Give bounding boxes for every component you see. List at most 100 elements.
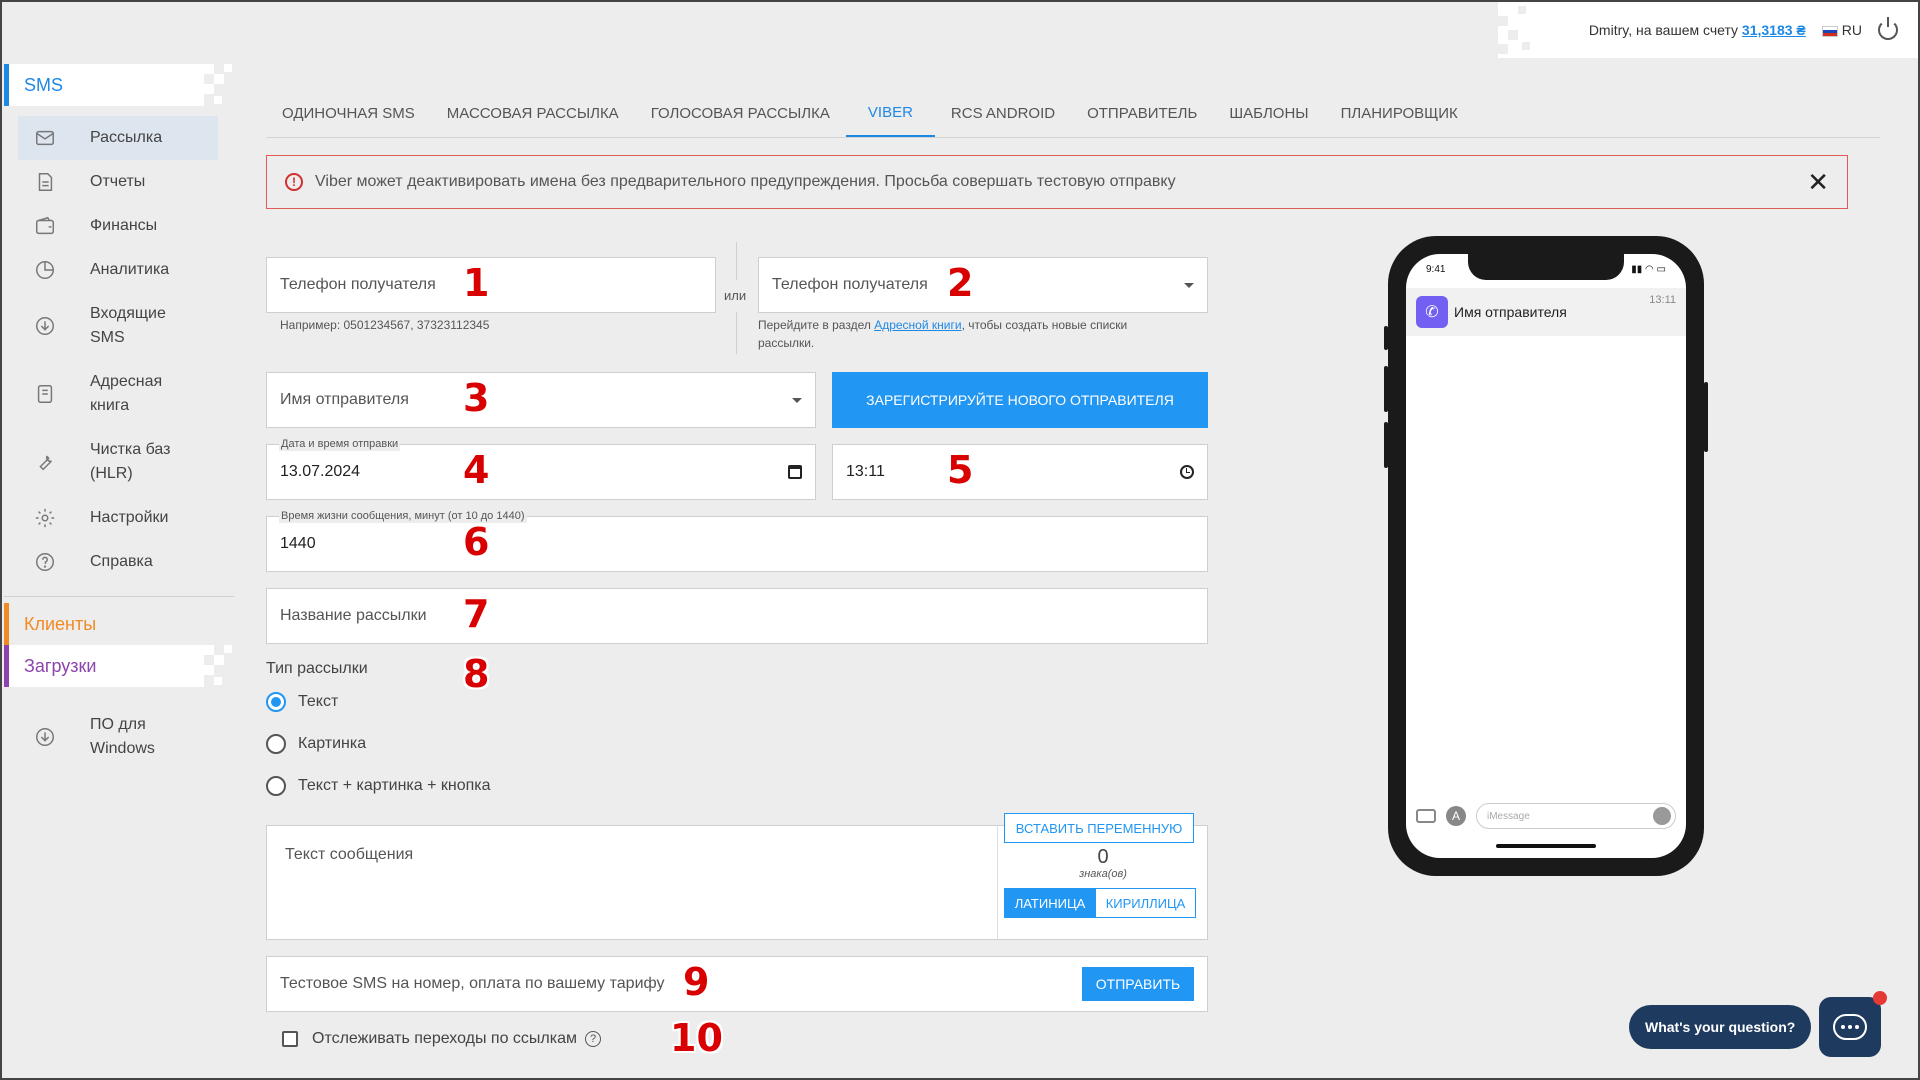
track-links-option[interactable]: Отслеживать переходы по ссылкам ? xyxy=(282,1030,602,1048)
tab-single-sms[interactable]: ОДИНОЧНАЯ SMS xyxy=(266,90,431,137)
campaign-placeholder: Название рассылки xyxy=(280,607,427,624)
pixel-decoration xyxy=(1498,2,1542,58)
sidebar-item-windows-software[interactable]: ПО для Windows xyxy=(4,703,184,771)
track-links-checkbox[interactable] xyxy=(282,1031,298,1047)
sender-placeholder: Имя отправителя xyxy=(280,391,409,408)
char-count: 0 xyxy=(1097,846,1109,868)
marker-5: 5 xyxy=(947,448,974,492)
radio-button-checked[interactable] xyxy=(266,692,286,712)
sidebar-item-finance[interactable]: Финансы xyxy=(4,204,234,248)
wrench-icon xyxy=(34,451,56,473)
phone-side-button xyxy=(1384,422,1388,468)
alert-exclamation-icon: ! xyxy=(285,173,303,191)
chevron-down-icon xyxy=(1184,282,1194,288)
alert-text: Viber может деактивировать имена без пре… xyxy=(315,173,1176,190)
user-label: Dmitry, на вашем счету xyxy=(1588,22,1739,38)
pie-chart-icon xyxy=(34,259,56,281)
balance-link[interactable]: 31,3183 ₴ xyxy=(1742,22,1806,38)
type-option-text[interactable]: Текст xyxy=(266,692,338,712)
sidebar-item-address-book[interactable]: Адресная книга xyxy=(4,360,184,428)
insert-variable-button[interactable]: ВСТАВИТЬ ПЕРЕМЕННУЮ xyxy=(1004,813,1194,843)
address-book-icon xyxy=(34,383,56,405)
message-text-area[interactable]: Текст сообщения ВСТАВИТЬ ПЕРЕМЕННУЮ 0 зн… xyxy=(266,813,1208,940)
sidebar-item-analytics[interactable]: Аналитика xyxy=(4,248,234,292)
sidebar-item-hlr[interactable]: Чистка баз (HLR) xyxy=(4,428,204,496)
tab-scheduler[interactable]: ПЛАНИРОВЩИК xyxy=(1325,90,1474,137)
phone-list-select[interactable]: Телефон получателя xyxy=(758,257,1208,313)
phone-status-bar: 9:41 ▮▮ ◠ ▭ xyxy=(1426,264,1666,275)
type-option-text-image-button[interactable]: Текст + картинка + кнопка xyxy=(266,776,491,796)
phone-side-button xyxy=(1704,382,1708,452)
tab-templates[interactable]: ШАБЛОНЫ xyxy=(1213,90,1324,137)
tab-voice-mailing[interactable]: ГОЛОСОВАЯ РАССЫЛКА xyxy=(635,90,846,137)
preview-time: 13:11 xyxy=(1649,294,1676,306)
sidebar-item-label: Финансы xyxy=(90,217,158,234)
sidebar-item-mailing[interactable]: Рассылка xyxy=(18,116,218,160)
marker-2: 2 xyxy=(947,261,974,305)
date-label: Дата и время отправки xyxy=(279,437,401,451)
envelope-icon xyxy=(34,127,56,149)
sender-name-select[interactable]: Имя отправителя xyxy=(266,372,816,428)
support-chat-button[interactable] xyxy=(1819,991,1887,1057)
tab-sender[interactable]: ОТПРАВИТЕЛЬ xyxy=(1071,90,1213,137)
inbox-download-icon xyxy=(34,315,56,337)
radio-label: Текст + картинка + кнопка xyxy=(298,777,491,794)
type-option-image[interactable]: Картинка xyxy=(266,734,366,754)
pixel-decoration xyxy=(204,645,234,687)
clock-icon[interactable] xyxy=(1180,465,1194,479)
wallet-icon xyxy=(34,215,56,237)
sidebar-item-label: Рассылка xyxy=(90,129,163,146)
latin-toggle[interactable]: ЛАТИНИЦА xyxy=(1004,888,1096,918)
chat-bubble-icon xyxy=(1833,1014,1867,1040)
address-book-hint: Перейдите в раздел Адресной книги, чтобы… xyxy=(758,316,1178,352)
radio-button[interactable] xyxy=(266,776,286,796)
chevron-down-icon xyxy=(792,397,802,403)
address-book-link[interactable]: Адресной книги xyxy=(874,318,961,332)
viber-chat-header: ✆ Имя отправителя 13:11 xyxy=(1406,288,1686,336)
send-time-input[interactable]: 13:11 xyxy=(832,444,1208,500)
section-label: SMS xyxy=(24,74,64,95)
sidebar-item-reports[interactable]: Отчеты xyxy=(4,160,234,204)
send-date-input[interactable]: Дата и время отправки 13.07.2024 xyxy=(266,437,816,500)
sidebar-item-help[interactable]: Справка xyxy=(4,540,234,584)
sidebar-section-downloads[interactable]: Загрузки xyxy=(4,645,234,687)
divider xyxy=(4,596,234,597)
ttl-value: 1440 xyxy=(280,535,316,552)
phone-screen: 9:41 ▮▮ ◠ ▭ ✆ Имя отправителя 13:11 A iM… xyxy=(1406,254,1686,858)
camera-icon xyxy=(1416,809,1436,823)
calendar-icon[interactable] xyxy=(788,465,802,479)
radio-button[interactable] xyxy=(266,734,286,754)
power-icon[interactable] xyxy=(1878,17,1898,40)
account-info: Dmitry, на вашем счету 31,3183 ₴ xyxy=(1589,22,1806,38)
support-chat-label[interactable]: What's your question? xyxy=(1629,1005,1811,1049)
document-icon xyxy=(34,171,56,193)
marker-6: 6 xyxy=(463,520,490,564)
question-mark-icon[interactable]: ? xyxy=(585,1031,602,1047)
ttl-input[interactable]: Время жизни сообщения, минут (от 10 до 1… xyxy=(266,509,1208,572)
campaign-name-input[interactable]: Название рассылки xyxy=(266,588,1208,644)
cyrillic-toggle[interactable]: КИРИЛЛИЦА xyxy=(1096,888,1196,918)
phone-hint: Например: 0501234567, 37323112345 xyxy=(280,318,490,332)
close-icon[interactable]: ✕ xyxy=(1807,169,1829,195)
tab-rcs-android[interactable]: RCS ANDROID xyxy=(935,90,1071,137)
top-bar: Dmitry, на вашем счету 31,3183 ₴ RU xyxy=(1498,2,1918,58)
sidebar-section-sms[interactable]: SMS xyxy=(4,64,234,106)
audio-wave-icon xyxy=(1653,807,1671,825)
track-links-label: Отслеживать переходы по ссылкам xyxy=(312,1030,578,1047)
register-sender-button[interactable]: ЗАРЕГИСТРИРУЙТЕ НОВОГО ОТПРАВИТЕЛЯ xyxy=(832,372,1208,428)
tab-viber[interactable]: VIBER xyxy=(845,90,935,137)
phone-side-button xyxy=(1384,366,1388,412)
sidebar-item-incoming-sms[interactable]: Входящие SMS xyxy=(4,292,184,360)
sidebar-item-label: Адресная книга xyxy=(90,373,163,414)
sidebar-section-clients[interactable]: Клиенты xyxy=(4,603,204,645)
language-switch[interactable]: RU xyxy=(1821,22,1862,38)
send-test-button[interactable]: ОТПРАВИТЬ xyxy=(1082,967,1194,1001)
date-value: 13.07.2024 xyxy=(280,463,361,480)
sidebar-item-settings[interactable]: Настройки xyxy=(4,496,234,540)
test-sms-input[interactable]: Тестовое SMS на номер, оплата по вашему … xyxy=(266,956,1208,1012)
phone-input[interactable]: Телефон получателя xyxy=(266,257,716,313)
imessage-field: iMessage xyxy=(1476,803,1676,829)
language-label: RU xyxy=(1841,22,1862,38)
tab-mass-mailing[interactable]: МАССОВАЯ РАССЫЛКА xyxy=(431,90,635,137)
